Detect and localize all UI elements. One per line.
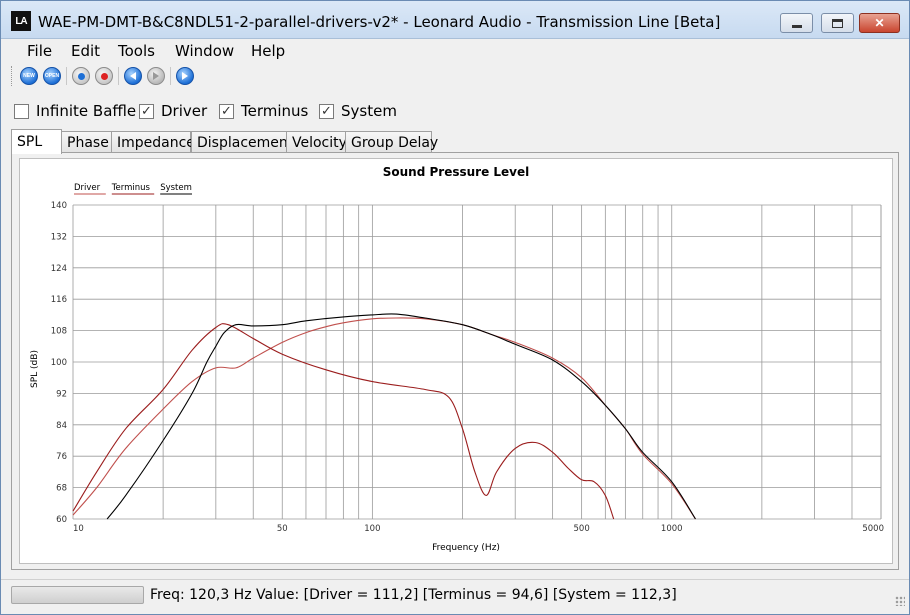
window-title: WAE-PM-DMT-B&C8NDL51-2-parallel-drivers-…	[38, 13, 721, 31]
x-tick-label: 50	[277, 524, 288, 534]
checkbox-label: Terminus	[241, 102, 309, 120]
chart-title: Sound Pressure Level	[383, 165, 530, 179]
y-tick-label: 140	[51, 201, 67, 211]
x-tick-label: 5000	[862, 524, 884, 534]
y-tick-label: 84	[56, 421, 67, 431]
check-icon[interactable]: ✓	[319, 103, 334, 119]
record-blue-icon	[77, 72, 85, 80]
new-button[interactable]: NEW	[20, 67, 38, 85]
resize-grip-icon[interactable]	[895, 596, 905, 606]
record-red-icon	[100, 72, 108, 80]
open-icon: OPEN	[44, 73, 60, 79]
minimize-icon	[791, 24, 802, 28]
y-tick-label: 92	[56, 389, 67, 399]
status-readout: Freq: 120,3 Hz Value: [Driver = 111,2] […	[150, 587, 677, 603]
menu-window[interactable]: Window	[175, 42, 234, 60]
step-forward-icon	[153, 72, 159, 80]
close-icon: ✕	[874, 16, 885, 30]
y-tick-label: 124	[51, 264, 67, 274]
spl-chart[interactable]: Sound Pressure Level Driver Terminus Syste…	[19, 158, 893, 564]
new-icon: NEW	[23, 73, 35, 79]
legend-label-system: System	[160, 183, 192, 193]
chart-panel: Sound Pressure Level Driver Terminus Syste…	[11, 152, 899, 570]
play-button[interactable]	[176, 67, 194, 85]
legend-label-terminus: Terminus	[111, 183, 151, 193]
record-blue-button[interactable]	[72, 67, 90, 85]
chart-svg[interactable]: Sound Pressure Level Driver Terminus Syste…	[20, 159, 892, 563]
checkbox-system[interactable]: ✓ System	[319, 102, 397, 120]
tab-velocity[interactable]: Velocity	[286, 131, 347, 153]
checkbox-label: System	[341, 102, 397, 120]
series-line-system	[106, 313, 696, 520]
menu-file[interactable]: File	[27, 42, 52, 60]
check-icon[interactable]: ✓	[219, 103, 234, 119]
checkbox-label: Infinite Baffle	[36, 102, 137, 120]
menu-help[interactable]: Help	[251, 42, 285, 60]
menu-bar: File Edit Tools Window Help	[1, 40, 909, 62]
toolbar-separator	[66, 67, 67, 85]
status-bar: Freq: 120,3 Hz Value: [Driver = 111,2] […	[1, 579, 909, 609]
check-icon[interactable]: ✓	[139, 103, 154, 119]
y-tick-label: 108	[51, 327, 67, 337]
maximize-icon	[832, 18, 843, 28]
x-tick-label: 10	[73, 524, 84, 534]
tab-displacement[interactable]: Displacement	[191, 131, 293, 153]
x-tick-label: 100	[364, 524, 380, 534]
minimize-button[interactable]	[780, 13, 813, 33]
step-back-icon	[130, 72, 136, 80]
y-tick-label: 116	[51, 295, 67, 305]
x-axis-label: Frequency (Hz)	[432, 543, 500, 553]
y-tick-label: 132	[51, 232, 67, 242]
toolbar-separator	[170, 67, 171, 85]
play-icon	[182, 72, 188, 80]
tab-impedance[interactable]: Impedance	[111, 131, 195, 153]
series-line-driver	[72, 317, 696, 520]
progress-bar	[11, 586, 144, 604]
step-forward-button[interactable]	[147, 67, 165, 85]
close-button[interactable]: ✕	[859, 13, 900, 33]
legend-label-driver: Driver	[74, 183, 101, 193]
record-red-button[interactable]	[95, 67, 113, 85]
checkbox-driver[interactable]: ✓ Driver	[139, 102, 207, 120]
app-logo-icon: LA	[11, 11, 31, 31]
y-tick-label: 68	[56, 484, 67, 494]
menu-edit[interactable]: Edit	[71, 42, 100, 60]
toolbar: NEW OPEN	[1, 63, 909, 89]
toolbar-separator	[118, 67, 119, 85]
checkbox-infinite-baffle[interactable]: Infinite Baffle	[14, 102, 136, 120]
tab-group-delay[interactable]: Group Delay	[345, 131, 438, 153]
chart-series	[72, 313, 696, 520]
checkbox-terminus[interactable]: ✓ Terminus	[219, 102, 308, 120]
app-window: LA WAE-PM-DMT-B&C8NDL51-2-parallel-drive…	[0, 0, 910, 615]
chart-grid	[72, 204, 882, 520]
y-tick-label: 60	[56, 515, 67, 525]
step-back-button[interactable]	[124, 67, 142, 85]
y-axis-label: SPL (dB)	[30, 350, 40, 388]
x-axis-ticks: 10 50 100 500 1000 5000	[73, 524, 884, 534]
tab-phase[interactable]: Phase	[61, 131, 112, 153]
open-button[interactable]: OPEN	[43, 67, 61, 85]
y-tick-label: 76	[56, 452, 67, 462]
tab-spl[interactable]: SPL	[11, 129, 62, 154]
y-axis-ticks: 60 68 76 84 92 100 108 116 124 132 140	[51, 201, 67, 525]
menu-tools[interactable]: Tools	[118, 42, 155, 60]
chart-legend: Driver Terminus System	[74, 183, 192, 195]
title-bar[interactable]: LA WAE-PM-DMT-B&C8NDL51-2-parallel-drive…	[1, 1, 909, 39]
toolbar-grip[interactable]	[11, 66, 14, 86]
checkbox-box[interactable]	[14, 103, 29, 119]
maximize-button[interactable]	[821, 13, 854, 33]
curve-options: Infinite Baffle ✓ Driver ✓ Terminus ✓ Sy…	[1, 96, 909, 124]
x-tick-label: 1000	[661, 524, 683, 534]
x-tick-label: 500	[574, 524, 590, 534]
y-tick-label: 100	[51, 358, 67, 368]
checkbox-label: Driver	[161, 102, 208, 120]
